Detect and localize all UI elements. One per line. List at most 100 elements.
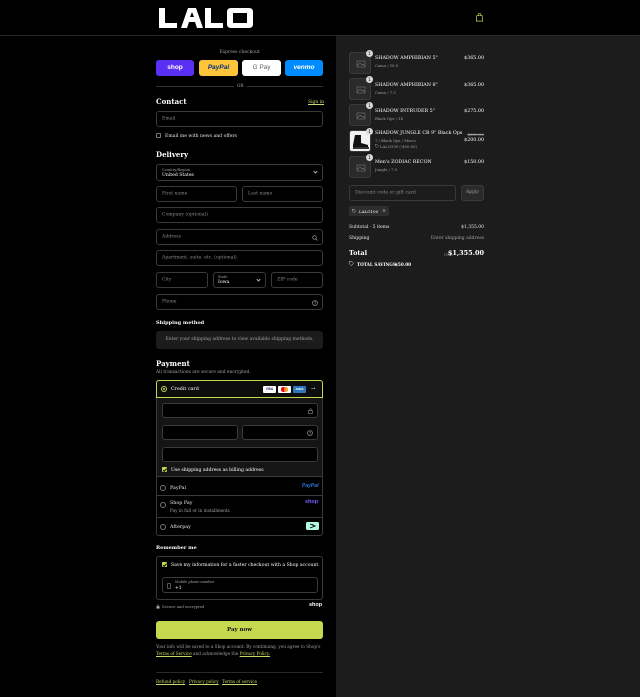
news-label: Email me with news and offers xyxy=(165,133,237,139)
product-variant: Black Ops / 14 xyxy=(375,116,403,121)
delivery-title: Delivery xyxy=(156,150,189,159)
quantity-badge: 1 xyxy=(366,154,373,161)
footer-privacy-link[interactable]: Privacy policy xyxy=(189,679,219,684)
payment-title: Payment xyxy=(156,359,190,368)
expiry-input[interactable] xyxy=(162,425,238,440)
card-number-input[interactable] xyxy=(162,403,318,418)
email-input[interactable]: Email xyxy=(156,111,323,127)
search-icon xyxy=(312,234,318,241)
tag-icon xyxy=(375,144,379,148)
afterpay-icon xyxy=(306,522,319,530)
secure-text: Secure and encrypted xyxy=(162,604,205,609)
chevron-down-icon xyxy=(256,277,261,282)
payment-subtitle: All transactions are secure and encrypte… xyxy=(156,370,251,375)
product-thumbnail: 1 xyxy=(349,102,373,126)
product-price: $200.00 xyxy=(464,138,484,143)
product-variant: Camo / 10.5 xyxy=(375,63,399,68)
privacy-link[interactable]: Privacy Policy. xyxy=(240,651,270,656)
apply-button[interactable]: Apply xyxy=(461,185,484,201)
visa-icon: VISA xyxy=(263,385,276,393)
apartment-input[interactable]: Apartment, suite, etc. (optional) xyxy=(156,250,323,266)
product-variant: 7 / Black Ops / Men's xyxy=(375,138,416,143)
pay-now-button[interactable]: Pay now xyxy=(156,621,323,639)
afterpay-radio[interactable] xyxy=(160,524,166,530)
company-input[interactable]: Company (optional) xyxy=(156,207,323,223)
paypal-radio[interactable] xyxy=(160,485,166,491)
security-code-input[interactable] xyxy=(242,425,318,440)
image-placeholder-icon xyxy=(356,164,366,172)
help-icon xyxy=(307,430,313,436)
paypal-logo: PayPal xyxy=(302,483,319,489)
shipping-label: Shipping xyxy=(349,236,370,241)
credit-card-radio[interactable] xyxy=(161,386,167,392)
zip-input[interactable]: ZIP code xyxy=(271,272,323,288)
divider xyxy=(157,517,322,518)
shopping-bag-icon[interactable] xyxy=(475,13,484,22)
express-checkout-title: Express checkout xyxy=(219,50,260,55)
mobile-phone-input[interactable]: Mobile phone number +1 xyxy=(162,577,318,593)
image-placeholder-icon xyxy=(356,60,366,68)
product-price: $365.00 xyxy=(464,83,484,88)
subtotal-value: $1,355.00 xyxy=(461,225,484,230)
product-thumbnail: 1 xyxy=(349,50,373,74)
amex-icon: AMEX xyxy=(293,385,306,393)
product-price: $365.00 xyxy=(464,56,484,61)
credit-card-option[interactable]: Credit card VISA AMEX → xyxy=(156,380,323,398)
footer-refund-link[interactable]: Refund policy xyxy=(156,679,185,684)
country-select[interactable]: Country/Region United States xyxy=(156,164,323,181)
quantity-badge: 1 xyxy=(366,76,373,83)
product-variant: Camo / 7.5 xyxy=(375,90,396,95)
shop-pay-label: Shop Pay xyxy=(170,501,193,506)
image-placeholder-icon xyxy=(356,86,366,94)
venmo-button[interactable]: venmo xyxy=(285,60,323,76)
first-name-input[interactable]: First name xyxy=(156,186,237,202)
footer-terms-link[interactable]: Terms of service xyxy=(222,679,257,684)
lalo-logo[interactable] xyxy=(157,7,255,29)
lock-icon xyxy=(308,408,313,414)
paypal-button[interactable]: PayPal xyxy=(199,60,238,76)
shop-pay-logo: shop xyxy=(305,499,319,505)
tag-icon xyxy=(349,261,354,266)
save-info-checkbox[interactable] xyxy=(162,562,167,567)
address-input[interactable]: Address xyxy=(156,229,323,245)
contact-title: Contact xyxy=(156,97,187,106)
discount-tag: LALO100 × xyxy=(349,206,389,216)
divider xyxy=(157,495,322,496)
close-icon[interactable]: × xyxy=(382,208,386,214)
remember-me-title: Remember me xyxy=(156,545,197,551)
product-thumbnail: 1 xyxy=(349,154,373,178)
arrow-right-icon: → xyxy=(311,385,316,392)
image-placeholder-icon xyxy=(356,112,366,120)
state-select[interactable]: State Iowa xyxy=(213,272,266,288)
shop-pay-radio[interactable] xyxy=(160,502,166,508)
google-pay-button[interactable]: G Pay xyxy=(242,60,281,76)
product-variant: Jungle / 7.5 xyxy=(375,167,398,172)
product-price: $150.00 xyxy=(464,160,484,165)
terms-link[interactable]: Terms of Service xyxy=(156,651,192,656)
shop-pay-button[interactable]: shop xyxy=(156,60,194,76)
quantity-badge: 1 xyxy=(366,50,373,57)
boot-image xyxy=(353,135,369,149)
billing-address-checkbox[interactable] xyxy=(162,467,167,472)
product-name: SHADOW AMPHIBIAN 5" xyxy=(375,56,438,61)
product-name: SHADOW AMPHIBIAN 8" xyxy=(375,83,438,88)
city-input[interactable]: City xyxy=(156,272,208,288)
last-name-input[interactable]: Last name xyxy=(242,186,323,202)
lock-icon xyxy=(156,604,160,609)
total-value: $1,355.00 xyxy=(447,249,484,257)
shipping-method-notice: Enter your shipping address to view avai… xyxy=(156,331,323,349)
help-icon xyxy=(312,299,318,306)
billing-address-label: Use shipping address as billing address xyxy=(171,467,264,473)
news-checkbox[interactable] xyxy=(156,133,161,138)
legal-text: Your info will be saved to a Shop accoun… xyxy=(156,644,321,656)
product-name: SHADOW INTRUDER 5" xyxy=(375,109,435,114)
order-summary: 1 SHADOW AMPHIBIAN 5" Camo / 10.5 $365.0… xyxy=(336,36,640,697)
discount-code-input[interactable]: Discount code or gift card xyxy=(349,185,456,201)
phone-input[interactable]: Phone xyxy=(156,294,323,310)
name-on-card-input[interactable] xyxy=(162,447,318,462)
phone-icon xyxy=(167,582,171,589)
sign-in-link[interactable]: Sign in xyxy=(308,100,324,105)
shop-pay-sub: Pay in full or in installments xyxy=(170,508,230,513)
product-thumbnail: 1 xyxy=(349,76,373,100)
shipping-value: Enter shipping address xyxy=(430,236,484,241)
